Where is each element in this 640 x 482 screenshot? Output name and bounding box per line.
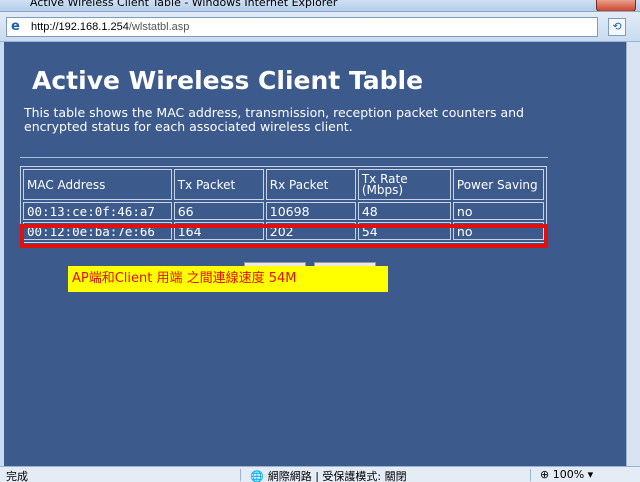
column-header-rx: Rx Packet <box>265 169 356 200</box>
cell-rate: 48 <box>357 202 451 220</box>
compatibility-view-icon[interactable]: ⟲ <box>608 18 626 36</box>
address-bar: e http://192.168.1.254/wlstatbl.asp ⟲ <box>0 12 640 42</box>
cell-mac: 00:13:ce:0f:46:a7 <box>23 202 172 220</box>
table-header-row: MAC Address Tx Packet Rx Packet Tx Rate … <box>23 169 544 200</box>
page-title: Active Wireless Client Table <box>32 66 424 95</box>
vertical-scrollbar[interactable] <box>626 42 640 466</box>
speed-annotation-note: AP端和Client 用端 之間連線速度 54M <box>68 266 388 292</box>
window-title: Active Wireless Client Table - Windows I… <box>30 0 338 9</box>
url-host: http://192.168.1.254 <box>31 21 129 33</box>
column-header-mac: MAC Address <box>23 169 172 200</box>
status-separator <box>240 469 241 481</box>
column-header-rate: Tx Rate (Mbps) <box>357 169 451 200</box>
url-text: http://192.168.1.254/wlstatbl.asp <box>31 21 189 33</box>
zoom-icon: ⊕ <box>540 468 553 481</box>
zone-text: 網際網路 | 受保護模式: 關閉 <box>267 470 407 482</box>
security-zone: 🌐 網際網路 | 受保護模式: 關閉 <box>250 468 407 482</box>
status-bar: 完成 🌐 網際網路 | 受保護模式: 關閉 ⊕ 100% ▾ <box>0 466 640 482</box>
page-content: Active Wireless Client Table This table … <box>4 42 626 466</box>
close-window-button[interactable] <box>596 0 636 11</box>
column-header-power: Power Saving <box>452 169 544 200</box>
table-row: 00:13:ce:0f:46:a7 66 10698 48 no <box>23 202 544 220</box>
cell-tx: 66 <box>173 202 264 220</box>
page-description: This table shows the MAC address, transm… <box>24 105 524 134</box>
content-divider <box>20 157 548 158</box>
zoom-level: 100% <box>552 468 585 481</box>
rate-header-line2: (Mbps) <box>361 182 404 197</box>
cell-rx: 10698 <box>265 202 356 220</box>
ie-page-icon: e <box>11 19 20 34</box>
window-titlebar: Active Wireless Client Table - Windows I… <box>0 0 640 12</box>
row-highlight-box <box>20 224 548 248</box>
column-header-tx: Tx Packet <box>173 169 264 200</box>
cell-power: no <box>452 202 544 220</box>
url-path: /wlstatbl.asp <box>128 21 190 33</box>
zoom-control[interactable]: ⊕ 100% ▾ <box>540 468 593 481</box>
url-input[interactable]: e http://192.168.1.254/wlstatbl.asp <box>6 17 598 37</box>
globe-icon: 🌐 <box>250 470 264 482</box>
status-text: 完成 <box>6 470 28 482</box>
status-separator <box>530 469 531 481</box>
